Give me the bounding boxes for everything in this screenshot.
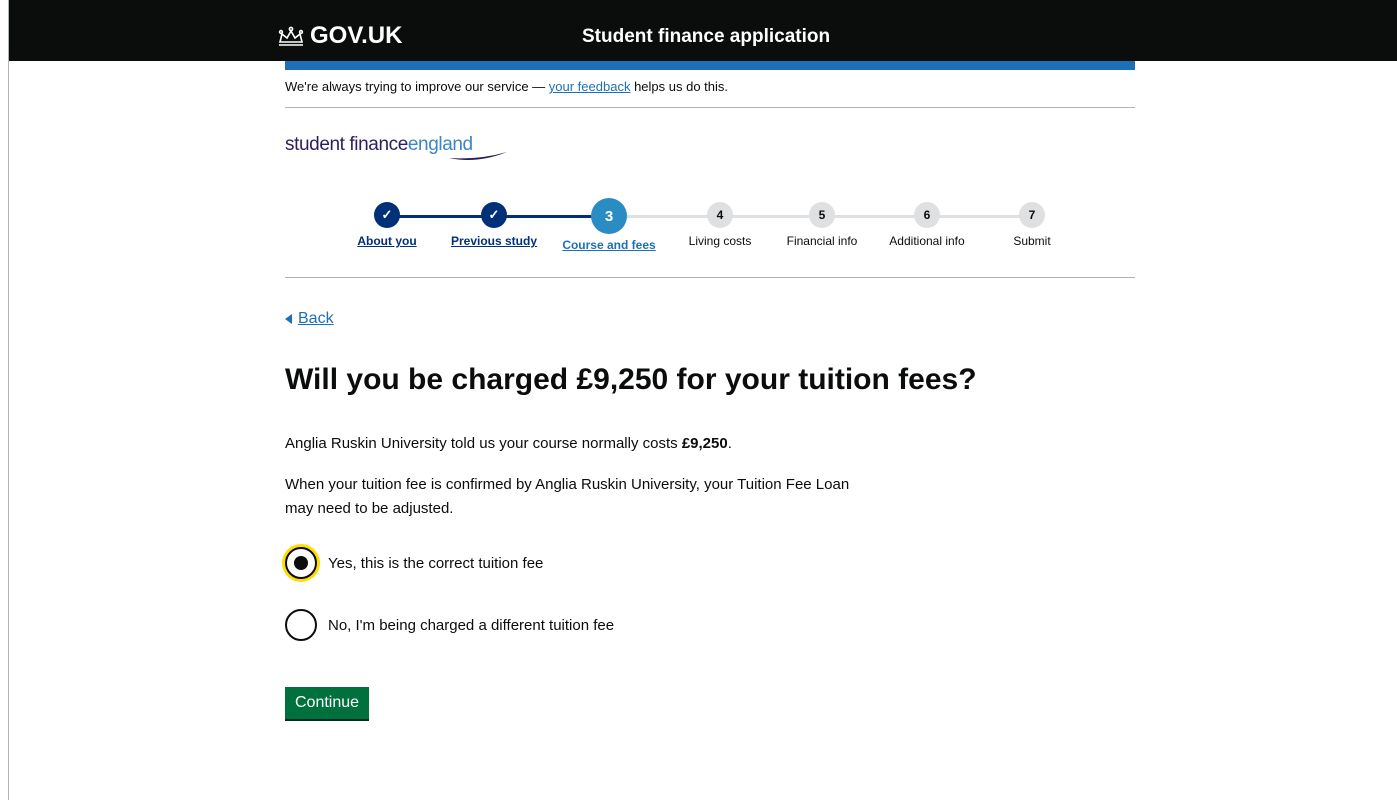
step-2-icon[interactable]: ✓	[481, 202, 507, 228]
radio-label-yes[interactable]: Yes, this is the correct tuition fee	[328, 555, 543, 572]
step-label-course-and-fees[interactable]: Course and fees	[562, 238, 655, 252]
swoosh-icon	[449, 152, 507, 160]
step-label-additional-info: Additional info	[889, 234, 965, 248]
step-5-circle: 5	[809, 202, 835, 228]
radio-option-yes[interactable]: Yes, this is the correct tuition fee	[285, 547, 543, 579]
step-7-circle: 7	[1019, 202, 1045, 228]
step-label-about-you[interactable]: About you	[357, 234, 416, 248]
radio-button-yes[interactable]	[285, 547, 317, 579]
step-label-living-costs: Living costs	[688, 234, 752, 248]
header-blue-bar	[285, 61, 1135, 70]
radio-label-no[interactable]: No, I'm being charged a different tuitio…	[328, 617, 614, 634]
service-name[interactable]: Student finance application	[582, 26, 830, 48]
feedback-banner: We're always trying to improve our servi…	[285, 79, 728, 94]
feedback-prefix: We're always trying to improve our servi…	[285, 79, 549, 94]
step-3-circle[interactable]: 3	[591, 198, 627, 234]
feedback-link[interactable]: your feedback	[549, 79, 631, 94]
step-6-circle: 6	[914, 202, 940, 228]
crown-icon	[278, 26, 304, 46]
back-label: Back	[298, 310, 334, 327]
page-left-border	[8, 0, 9, 800]
step-1-icon[interactable]: ✓	[374, 202, 400, 228]
divider	[285, 277, 1135, 278]
page-title: Will you be charged £9,250 for your tuit…	[285, 363, 977, 396]
step-label-previous-study[interactable]: Previous study	[451, 234, 537, 248]
radio-button-no[interactable]	[285, 609, 317, 641]
govuk-logo-text: GOV.UK	[310, 22, 403, 49]
step-label-financial-info: Financial info	[786, 234, 858, 248]
feedback-suffix: helps us do this.	[630, 79, 729, 94]
brand-part1: student finance	[285, 134, 408, 155]
student-finance-england-logo: student financeengland	[285, 134, 473, 156]
course-cost-amount: £9,250	[681, 435, 728, 452]
step-connector	[387, 215, 494, 218]
adjustment-notice: When your tuition fee is confirmed by An…	[285, 476, 850, 517]
radio-option-no[interactable]: No, I'm being charged a different tuitio…	[285, 609, 614, 641]
step-label-submit: Submit	[1013, 234, 1051, 248]
back-arrow-icon	[285, 314, 292, 324]
back-link[interactable]: Back	[285, 310, 334, 328]
continue-button[interactable]: Continue	[285, 687, 370, 719]
step-4-circle: 4	[707, 202, 733, 228]
govuk-logo[interactable]: GOV.UK	[276, 22, 402, 50]
radio-selected-dot	[294, 556, 308, 570]
divider	[285, 107, 1135, 108]
course-cost-text: Anglia Ruskin University told us your co…	[285, 435, 732, 452]
